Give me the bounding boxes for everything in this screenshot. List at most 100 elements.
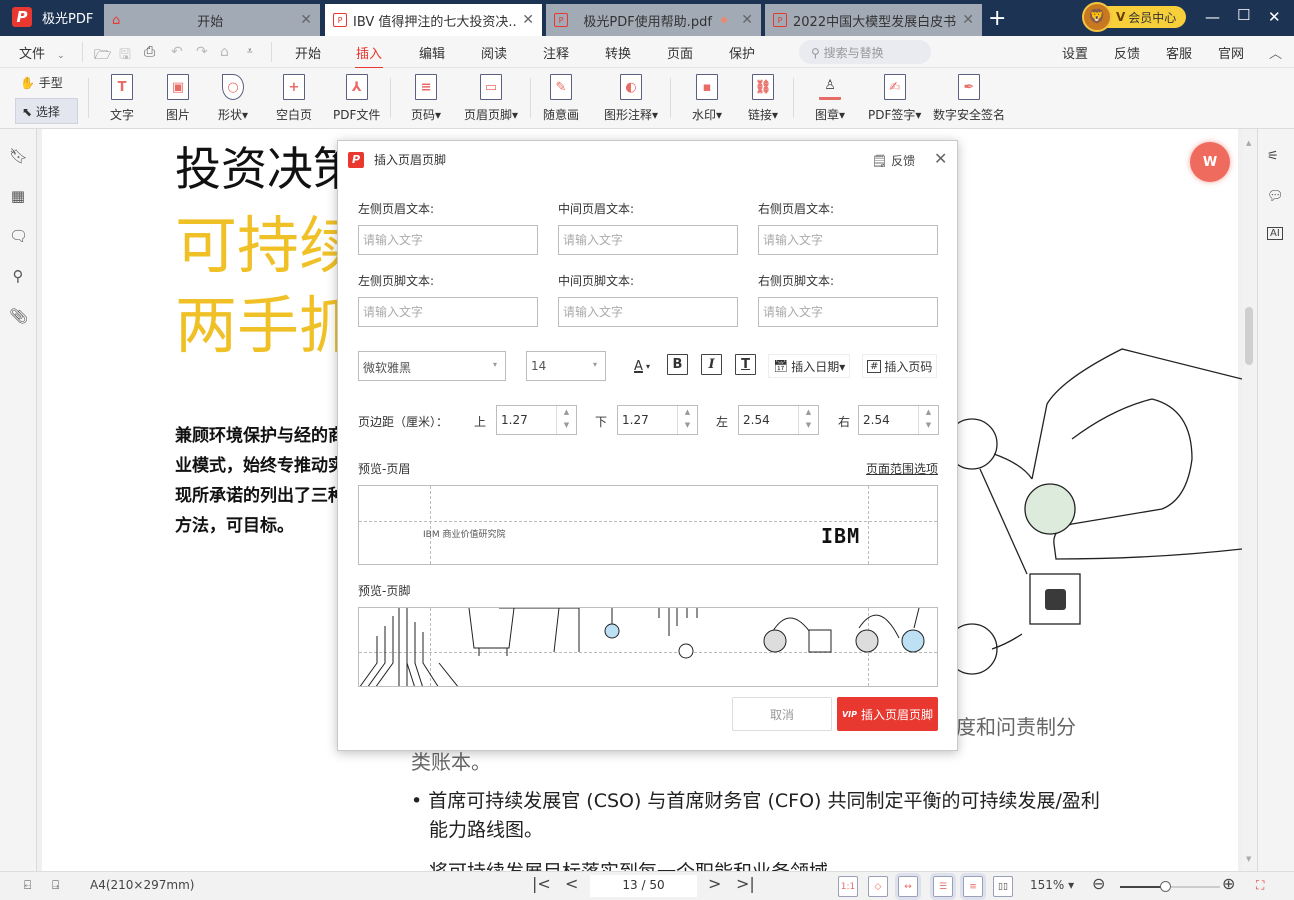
close-tab-icon[interactable]: ✕ [522, 12, 534, 28]
decrement-icon[interactable]: ▼ [557, 419, 576, 432]
increment-icon[interactable]: ▲ [557, 406, 576, 419]
menu-read[interactable]: 阅读 [481, 43, 507, 62]
menu-settings[interactable]: 设置 [1062, 43, 1088, 62]
menu-feedback[interactable]: 反馈 [1114, 43, 1140, 62]
file-menu[interactable]: 文件 ⌄ [19, 43, 65, 62]
font-color-button[interactable]: A ▾ [628, 354, 656, 378]
continuous-page-button[interactable]: ≡ [960, 873, 986, 900]
search-input[interactable]: ⚲ 搜索与替换 [799, 40, 931, 64]
comments-icon[interactable]: 🗨︎ [9, 227, 28, 245]
dialog-close-icon[interactable]: ✕ [934, 149, 947, 168]
insert-blank-page-button[interactable]: + 空白页 [276, 74, 312, 123]
last-page-icon[interactable]: >| [736, 874, 755, 893]
dialog-feedback-button[interactable]: 🗒︎ 反馈 [872, 152, 915, 169]
margin-bottom-stepper[interactable]: 1.27 ▲ ▼ [617, 405, 698, 435]
collapse-ribbon-icon[interactable]: ︿ [1269, 43, 1282, 62]
footer-right-input[interactable] [758, 297, 938, 327]
print-icon[interactable]: ⎙ [144, 44, 155, 60]
increment-icon[interactable]: ▲ [799, 406, 818, 419]
watermark-button[interactable]: ▪ 水印▾ [692, 74, 722, 123]
menu-protect[interactable]: 保护 [729, 43, 755, 62]
decrement-icon[interactable]: ▼ [919, 419, 938, 432]
zoom-out-icon[interactable]: ⊖ [1092, 874, 1105, 893]
insert-shape-button[interactable]: ○ 形状▾ [218, 74, 248, 123]
tab-ibv[interactable]: P IBV 值得押注的七大投资决... ✕ [325, 4, 542, 36]
hand-tool[interactable]: ✋ 手型 [20, 74, 63, 91]
close-tab-icon[interactable]: ✕ [300, 12, 312, 28]
pdf-sign-button[interactable]: ✍ PDF签字▾ [868, 74, 921, 123]
vertical-scrollbar[interactable]: ▲ ▼ [1243, 129, 1257, 871]
home-icon[interactable]: ⌂ [220, 44, 229, 60]
tab-whitepaper[interactable]: P 2022中国大模型发展白皮书... ✕ [765, 4, 982, 36]
open-folder-icon[interactable]: 🗁 [94, 44, 111, 68]
minimize-icon[interactable]: — [1205, 8, 1220, 26]
fit-page-button[interactable]: ◇ [868, 876, 888, 897]
tab-help[interactable]: P 极光PDF使用帮助.pdf ✕ [546, 4, 761, 36]
save-icon[interactable]: 🖫 [119, 44, 131, 68]
zoom-in-icon[interactable]: ⊕ [1222, 874, 1235, 893]
thumbnails-icon[interactable]: ▦ [9, 187, 27, 205]
underline-button[interactable]: T [735, 354, 756, 375]
insert-text-button[interactable]: T 文字 [110, 74, 134, 123]
settings-sliders-icon[interactable]: ⚟ [1267, 149, 1279, 164]
two-page-button[interactable]: ▯▯ [993, 876, 1013, 897]
close-window-icon[interactable]: ✕ [1268, 8, 1281, 26]
menu-page[interactable]: 页面 [667, 43, 693, 62]
first-page-icon[interactable]: |< [532, 874, 551, 893]
scrollbar-thumb[interactable] [1245, 307, 1253, 365]
close-tab-icon[interactable]: ✕ [962, 12, 974, 28]
italic-button[interactable]: I [701, 354, 722, 375]
page-number-input[interactable]: 13 / 50 [590, 875, 697, 897]
header-right-input[interactable] [758, 225, 938, 255]
vip-center-button[interactable]: 🦁 V 会员中心 [1082, 2, 1187, 32]
font-family-dropdown[interactable]: 微软雅黑 ▾ [358, 351, 506, 381]
insert-header-footer-button[interactable]: VIP 插入页眉页脚 [837, 697, 938, 731]
stamp-button[interactable]: ♙ 图章▾ [815, 74, 845, 123]
link-button[interactable]: ⛓ 链接▾ [748, 74, 778, 123]
freehand-button[interactable]: ✎ 随意画 [543, 74, 579, 123]
menu-support[interactable]: 客服 [1166, 43, 1192, 62]
digital-signature-button[interactable]: ✒ 数字安全签名 [933, 74, 1005, 123]
decrement-icon[interactable]: ▼ [799, 419, 818, 432]
menu-convert[interactable]: 转换 [605, 43, 631, 62]
footer-left-input[interactable] [358, 297, 538, 327]
increment-icon[interactable]: ▲ [919, 406, 938, 419]
customize-toolbar-icon[interactable]: ⩡ [247, 46, 253, 57]
shape-annotation-button[interactable]: ◐ 图形注释▾ [604, 74, 658, 123]
page-number-button[interactable]: ≡ 页码▾ [411, 74, 441, 123]
prev-page-icon[interactable]: < [565, 874, 578, 893]
header-left-input[interactable] [358, 225, 538, 255]
scroll-down-icon[interactable]: ▼ [1246, 855, 1251, 863]
maximize-icon[interactable]: ☐ [1237, 6, 1250, 24]
search-icon[interactable]: ⚲ [9, 267, 27, 285]
margin-left-stepper[interactable]: 2.54 ▲ ▼ [738, 405, 819, 435]
header-center-input[interactable] [558, 225, 738, 255]
menu-annotate[interactable]: 注释 [543, 43, 569, 62]
menu-website[interactable]: 官网 [1218, 43, 1244, 62]
zoom-slider-knob[interactable] [1160, 881, 1171, 892]
font-size-dropdown[interactable]: 14 ▾ [526, 351, 606, 381]
redo-icon[interactable]: ↷ [196, 44, 208, 60]
prev-view-icon[interactable]: ⍇ [24, 878, 31, 893]
scroll-up-icon[interactable]: ▲ [1246, 139, 1251, 147]
insert-pdf-file-button[interactable]: ⅄ PDF文件 [333, 74, 380, 123]
ai-icon[interactable]: AI [1267, 227, 1283, 240]
cancel-button[interactable]: 取消 [732, 697, 832, 731]
footer-center-input[interactable] [558, 297, 738, 327]
insert-date-button[interactable]: 📅︎ 插入日期▾ [768, 354, 851, 378]
menu-start[interactable]: 开始 [295, 43, 321, 62]
undo-icon[interactable]: ↶ [171, 44, 183, 60]
zoom-level-dropdown[interactable]: 151% ▾ [1030, 878, 1074, 892]
attachment-icon[interactable]: 📎︎ [9, 307, 28, 325]
actual-size-button[interactable]: 1:1 [838, 876, 858, 897]
menu-edit[interactable]: 编辑 [419, 43, 445, 62]
increment-icon[interactable]: ▲ [678, 406, 697, 419]
single-page-button[interactable]: ☰ [930, 873, 956, 900]
zoom-slider[interactable] [1120, 881, 1220, 892]
fit-width-button[interactable]: ↔ [895, 873, 921, 900]
close-tab-icon[interactable]: ✕ [741, 12, 753, 28]
decrement-icon[interactable]: ▼ [678, 419, 697, 432]
insert-image-button[interactable]: ▣ 图片 [166, 74, 190, 123]
convert-to-word-button[interactable]: W [1190, 142, 1230, 182]
menu-insert[interactable]: 插入 [354, 43, 384, 69]
